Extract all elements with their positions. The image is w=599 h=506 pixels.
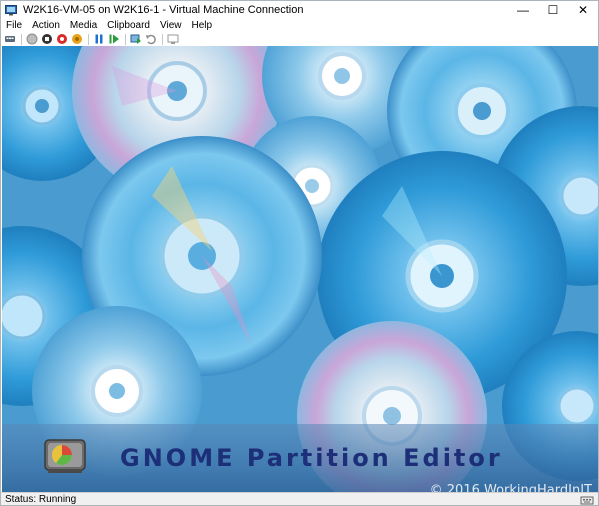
toolbar-separator (125, 33, 126, 45)
vm-connection-app-icon (5, 5, 17, 16)
turn-off-icon (42, 34, 52, 44)
menu-action[interactable]: Action (27, 20, 65, 31)
save-icon (72, 34, 82, 44)
menu-media[interactable]: Media (65, 20, 102, 31)
window-title: W2K16-VM-05 on W2K16-1 - Virtual Machine… (23, 4, 304, 16)
checkpoint-button[interactable] (130, 33, 142, 45)
checkpoint-icon (130, 34, 141, 44)
maximize-button[interactable]: ☐ (538, 1, 568, 19)
pause-button[interactable] (93, 33, 105, 45)
enhanced-session-icon (167, 34, 179, 44)
vm-connection-window: W2K16-VM-05 on W2K16-1 - Virtual Machine… (0, 0, 599, 506)
minimize-button[interactable]: — (508, 1, 538, 19)
toolbar (1, 32, 598, 46)
resume-button[interactable] (108, 33, 120, 45)
enhanced-session-button[interactable] (167, 33, 179, 45)
toolbar-separator (21, 33, 22, 45)
window-controls: — ☐ ✕ (508, 1, 598, 19)
status-bar: Status: Running (1, 492, 598, 505)
resume-icon (109, 34, 119, 44)
close-button[interactable]: ✕ (568, 1, 598, 19)
status-text: Status: Running (5, 493, 77, 505)
ctrl-alt-del-button[interactable] (4, 33, 16, 45)
ctrl-alt-del-icon (5, 36, 15, 42)
toolbar-separator (162, 33, 163, 45)
title-bar[interactable]: W2K16-VM-05 on W2K16-1 - Virtual Machine… (1, 1, 598, 19)
toolbar-separator (88, 33, 89, 45)
menu-bar: File Action Media Clipboard View Help (1, 19, 598, 32)
vm-display[interactable]: GNOME Partition Editor © 2016 WorkingHar… (2, 46, 598, 492)
menu-help[interactable]: Help (186, 20, 217, 31)
revert-button[interactable] (145, 33, 157, 45)
cd-wallpaper-image (2, 46, 598, 492)
gparted-logo-icon (44, 439, 86, 473)
start-button[interactable] (26, 33, 38, 45)
keyboard-lock-icon (580, 496, 594, 505)
turn-off-button[interactable] (41, 33, 53, 45)
menu-clipboard[interactable]: Clipboard (102, 20, 155, 31)
pause-icon (95, 34, 103, 44)
save-button[interactable] (71, 33, 83, 45)
menu-view[interactable]: View (155, 20, 187, 31)
gparted-banner-title: GNOME Partition Editor (120, 444, 503, 472)
copyright-watermark: © 2016 WorkingHardInIT (429, 483, 592, 492)
shut-down-button[interactable] (56, 33, 68, 45)
menu-file[interactable]: File (1, 20, 27, 31)
revert-icon (146, 34, 156, 45)
start-icon (26, 33, 38, 45)
shut-down-icon (57, 34, 67, 44)
